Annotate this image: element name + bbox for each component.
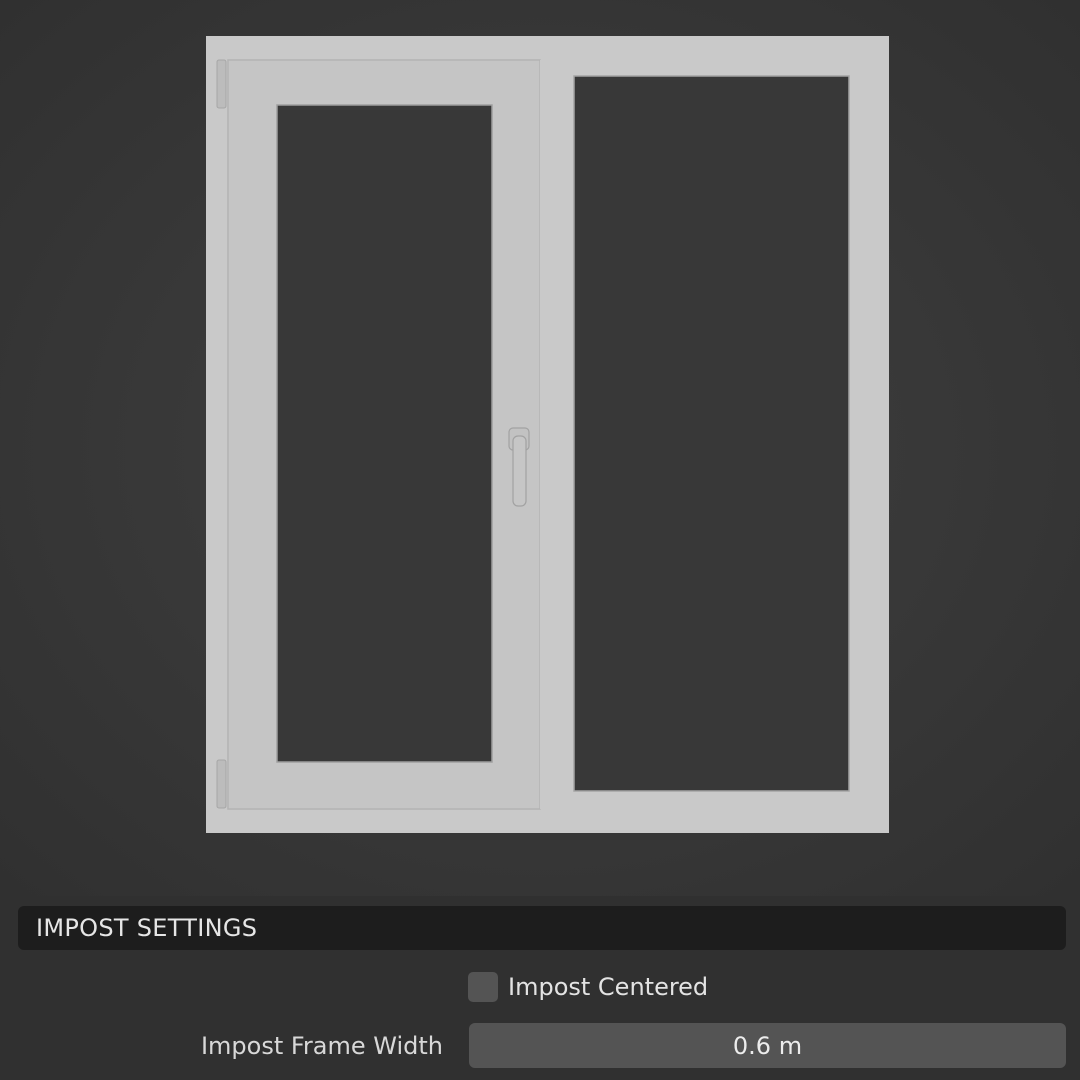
impost-centered-toggle[interactable]: Impost Centered <box>468 971 708 1003</box>
impost-bar <box>540 60 573 809</box>
right-glass-pane <box>573 75 850 792</box>
impost-centered-checkbox[interactable] <box>468 972 498 1002</box>
impost-settings-header[interactable]: IMPOST SETTINGS <box>18 906 1066 950</box>
app: IMPOST SETTINGS Impost Centered Impost F… <box>0 0 1080 1080</box>
properties-panel: IMPOST SETTINGS Impost Centered Impost F… <box>0 896 1080 1080</box>
impost-frame-width-value: 0.6 m <box>732 1031 803 1060</box>
section-title: IMPOST SETTINGS <box>36 914 258 942</box>
left-sash <box>216 59 541 810</box>
impost-centered-label: Impost Centered <box>508 973 709 1001</box>
3d-viewport[interactable] <box>0 0 1080 896</box>
window-preview <box>206 36 889 833</box>
left-glass-pane <box>276 104 493 763</box>
impost-frame-width-label: Impost Frame Width <box>200 1032 443 1060</box>
impost-frame-width-field[interactable]: 0.6 m <box>469 1023 1066 1068</box>
